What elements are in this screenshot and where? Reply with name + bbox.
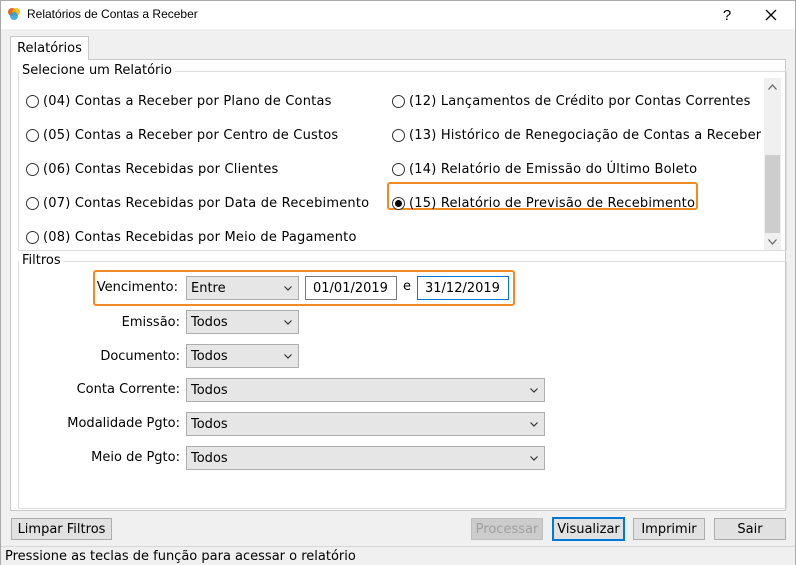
report-option-14[interactable]: (14) Relatório de Emissão do Último Bole… — [392, 158, 697, 180]
chevron-down-icon — [284, 286, 292, 291]
chevron-down-icon — [530, 422, 538, 427]
modalidade-select[interactable]: Todos — [186, 412, 545, 436]
radio-circle-icon — [26, 128, 39, 142]
vencimento-to-input[interactable]: 31/12/2019 — [417, 276, 509, 300]
report-option-13[interactable]: (13) Histórico de Renegociação de Contas… — [392, 124, 761, 146]
radio-circle-icon — [26, 162, 39, 176]
vencimento-mode-select[interactable]: Entre — [186, 276, 299, 300]
radio-circle-icon — [26, 196, 39, 210]
report-option-label: (12) Lançamentos de Crédito por Contas C… — [409, 93, 751, 109]
report-option-label: (07) Contas Recebidas por Data de Recebi… — [43, 195, 370, 211]
chevron-down-icon — [284, 320, 292, 325]
meio-pgto-label: Meio de Pgto: — [91, 449, 180, 465]
meio-pgto-select[interactable]: Todos — [186, 446, 545, 470]
emissao-value: Todos — [191, 314, 228, 330]
process-button[interactable]: Processar — [471, 518, 543, 540]
radio-circle-icon — [392, 128, 405, 142]
report-option-label: (15) Relatório de Previsão de Recebiment… — [409, 195, 696, 211]
status-bar: Pressione as teclas de função para acess… — [1, 546, 795, 565]
close-icon — [765, 9, 777, 21]
chevron-down-icon — [284, 354, 292, 359]
app-logo-icon — [8, 8, 20, 20]
meio-pgto-value: Todos — [191, 450, 228, 466]
window-title: Relatórios de Contas a Receber — [27, 7, 198, 21]
report-option-04[interactable]: (04) Contas a Receber por Plano de Conta… — [26, 90, 332, 112]
report-option-label: (05) Contas a Receber por Centro de Cust… — [43, 127, 339, 143]
conta-corrente-select[interactable]: Todos — [186, 378, 545, 402]
modalidade-value: Todos — [191, 416, 228, 432]
help-button[interactable]: ? — [705, 1, 749, 29]
chevron-down-icon — [768, 238, 777, 245]
modalidade-label: Modalidade Pgto: — [67, 415, 180, 431]
vencimento-label: Vencimento: — [96, 279, 178, 295]
report-option-05[interactable]: (05) Contas a Receber por Centro de Cust… — [26, 124, 338, 146]
vencimento-separator: e — [403, 279, 411, 294]
report-option-label: (14) Relatório de Emissão do Último Bole… — [409, 161, 698, 177]
radio-circle-icon — [392, 162, 405, 176]
chevron-down-icon — [530, 388, 538, 393]
preview-button[interactable]: Visualizar — [552, 517, 625, 541]
conta-corrente-label: Conta Corrente: — [76, 381, 180, 397]
chevron-up-icon — [768, 83, 777, 90]
report-list-scrollbar[interactable] — [764, 78, 781, 250]
report-option-label: (04) Contas a Receber por Plano de Conta… — [43, 93, 332, 109]
report-option-15[interactable]: (15) Relatório de Previsão de Recebiment… — [392, 192, 695, 214]
report-option-label: (06) Contas Recebidas por Clientes — [43, 161, 279, 177]
report-option-06[interactable]: (06) Contas Recebidas por Clientes — [26, 158, 279, 180]
tab-relatorios[interactable]: Relatórios — [10, 36, 89, 60]
report-group-legend: Selecione um Relatório — [19, 63, 175, 78]
emissao-select[interactable]: Todos — [186, 310, 299, 334]
report-option-label: (13) Histórico de Renegociação de Contas… — [409, 127, 762, 143]
status-text: Pressione as teclas de função para acess… — [5, 548, 356, 564]
radio-circle-icon — [392, 94, 405, 108]
radio-circle-icon — [26, 230, 39, 244]
exit-button[interactable]: Sair — [714, 518, 786, 540]
report-option-07[interactable]: (07) Contas Recebidas por Data de Recebi… — [26, 192, 369, 214]
conta-corrente-value: Todos — [191, 382, 228, 398]
documento-select[interactable]: Todos — [186, 344, 299, 368]
report-dialog: Relatórios de Contas a Receber ? Relatór… — [0, 0, 796, 565]
report-option-12[interactable]: (12) Lançamentos de Crédito por Contas C… — [392, 90, 751, 112]
close-button[interactable] — [749, 1, 793, 29]
documento-value: Todos — [191, 348, 228, 364]
documento-label: Documento: — [100, 348, 180, 364]
scroll-thumb[interactable] — [765, 155, 780, 233]
radio-checked-icon — [392, 196, 405, 210]
tab-panel: Selecione um Relatório (04) Contas a Rec… — [10, 59, 787, 511]
scroll-up-button[interactable] — [764, 78, 781, 95]
emissao-label: Emissão: — [121, 314, 180, 330]
print-button[interactable]: Imprimir — [633, 518, 705, 540]
report-option-08[interactable]: (08) Contas Recebidas por Meio de Pagame… — [26, 226, 357, 248]
scroll-down-button[interactable] — [764, 233, 781, 250]
filters-group-legend: Filtros — [19, 253, 64, 268]
report-option-label: (08) Contas Recebidas por Meio de Pagame… — [43, 229, 357, 245]
clear-filters-button[interactable]: Limpar Filtros — [11, 518, 112, 540]
vencimento-mode-value: Entre — [191, 280, 226, 296]
radio-circle-icon — [26, 94, 39, 108]
title-bar: Relatórios de Contas a Receber ? — [1, 1, 795, 29]
vencimento-from-input[interactable]: 01/01/2019 — [305, 276, 397, 300]
chevron-down-icon — [530, 456, 538, 461]
report-list: (04) Contas a Receber por Plano de Conta… — [12, 78, 761, 245]
